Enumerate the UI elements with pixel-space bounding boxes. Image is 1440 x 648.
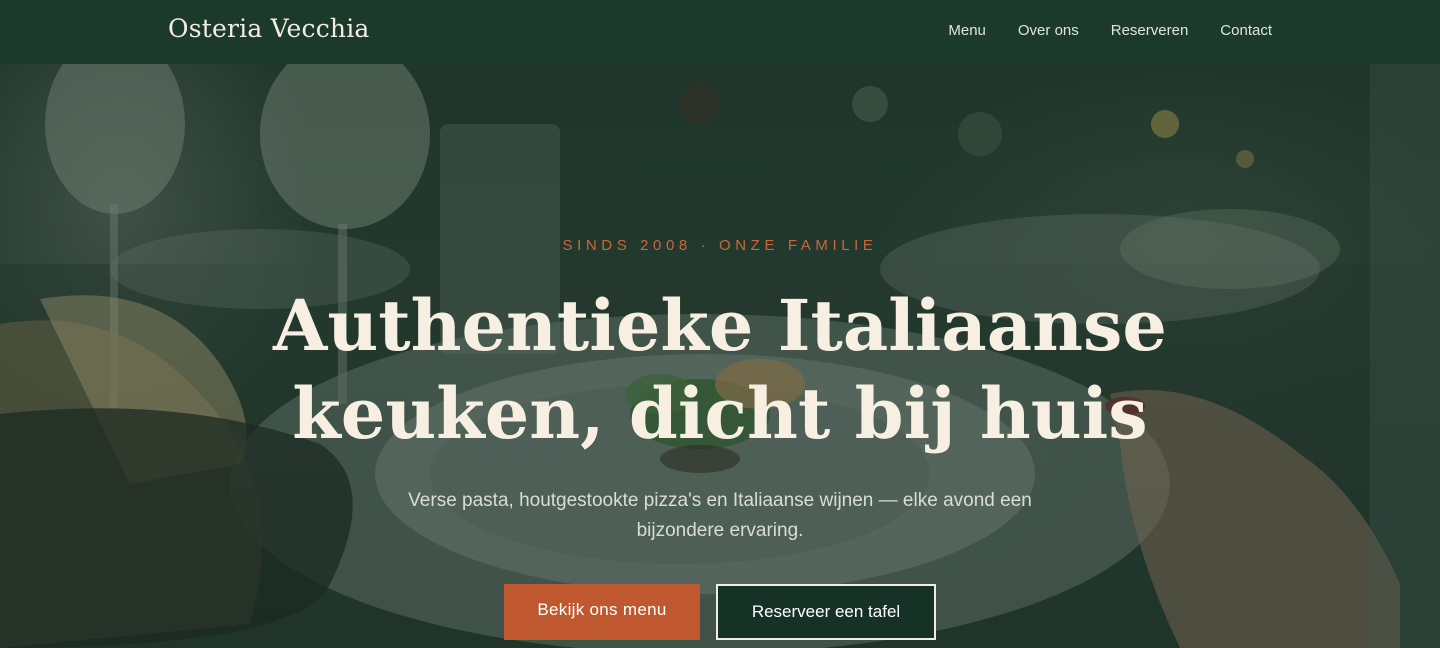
- nav-item-contact[interactable]: Contact: [1220, 22, 1272, 39]
- nav-item-menu[interactable]: Menu: [948, 22, 986, 39]
- hero-headline-line-1: Authentieke Italiaanse: [273, 284, 1167, 367]
- site-header: Osteria Vecchia Menu Over ons Reserveren…: [0, 0, 1440, 64]
- hero-headline: Authentieke Italiaanse keuken, dicht bij…: [0, 282, 1440, 458]
- hero-subtitle: Verse pasta, houtgestookte pizza's en It…: [408, 490, 1032, 541]
- hero-eyebrow: SINDS 2008 · ONZE FAMILIE: [562, 237, 878, 254]
- hero-headline-line-2: keuken, dicht bij huis: [292, 372, 1148, 455]
- view-menu-button[interactable]: Bekijk ons menu: [504, 584, 700, 640]
- main-nav: Menu Over ons Reserveren Contact: [948, 22, 1272, 39]
- brand-logo[interactable]: Osteria Vecchia: [168, 14, 370, 43]
- reserve-table-button[interactable]: Reserveer een tafel: [716, 584, 936, 640]
- nav-item-over-ons[interactable]: Over ons: [1018, 22, 1079, 39]
- nav-item-reserveren[interactable]: Reserveren: [1111, 22, 1189, 39]
